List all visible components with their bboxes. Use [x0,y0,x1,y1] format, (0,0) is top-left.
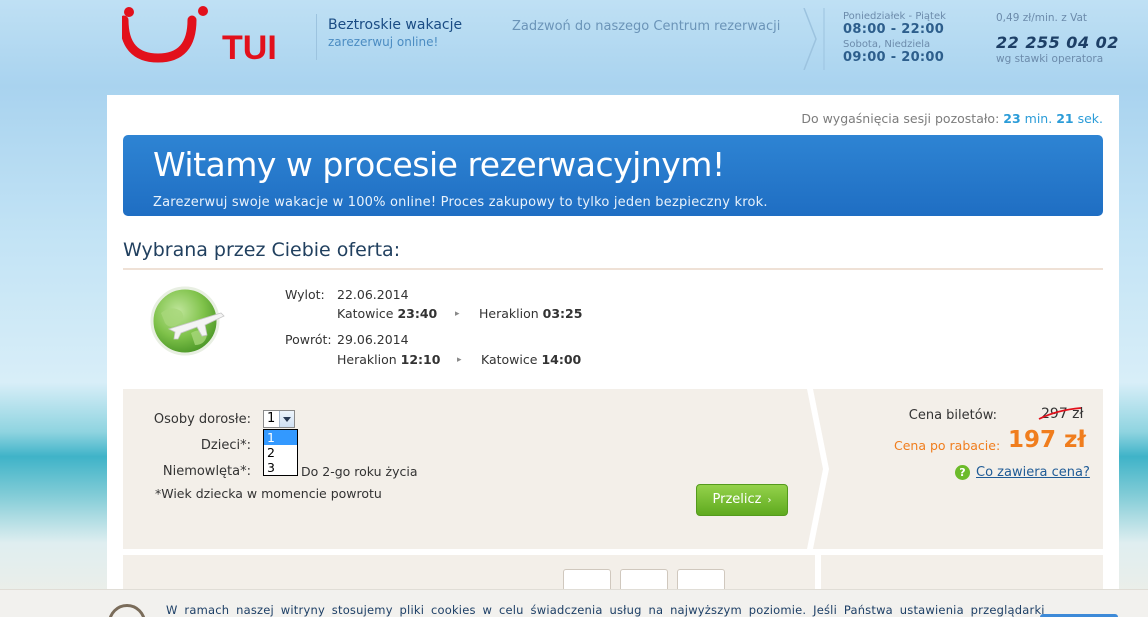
header-chevron-divider [803,8,825,70]
departure-arrival: Heraklion 03:25 [479,306,582,321]
return-date: 29.06.2014 [337,332,409,347]
logo-text: TUI [222,29,277,67]
cookie-text: W ramach naszej witryny stosujemy pliki … [166,603,1045,617]
departure-to-city: Heraklion [479,306,539,321]
help-icon[interactable]: ? [955,465,970,480]
weekend-label: Sobota, Niedziela [843,39,931,50]
banner-title: Witamy w procesie rezerwacyjnym! [153,145,725,184]
departure-leg: Katowice 23:40 [337,306,437,321]
discount-price: 197 zł [1008,427,1086,453]
weekday-label: Poniedziałek - Piątek [843,11,946,22]
adults-option[interactable]: 3 [264,460,297,475]
return-to-time: 14:00 [541,352,582,367]
banner-subtitle: Zarezerwuj swoje wakacje w 100% online! … [153,195,768,210]
offer-divider [123,268,1103,270]
recalculate-label: Przelicz [712,492,762,507]
info-icon [108,604,146,617]
call-rate: 0,49 zł/min. z Vat [996,12,1087,24]
departure-to-time: 03:25 [542,306,583,321]
session-min-unit: min. [1024,111,1053,126]
tui-logo[interactable]: TUI [122,6,297,68]
strike-through-mark [1038,407,1082,420]
offer-title: Wybrana przez Ciebie oferta: [123,239,401,261]
tagline-main: Beztroskie wakacje [328,17,463,33]
tagline-sub: zarezerwuj online! [328,35,439,49]
flight-arrow-icon: ▸ [455,309,460,319]
cookie-bar: W ramach naszej witryny stosujemy pliki … [0,589,1148,617]
return-to-city: Katowice [481,352,538,367]
adults-option[interactable]: 1 [264,430,297,445]
operator-note: wg stawki operatora [996,53,1104,65]
chevron-down-icon[interactable] [279,411,294,427]
return-from-city: Heraklion [337,352,397,367]
globe-plane-icon [150,286,225,356]
departure-date: 22.06.2014 [337,287,409,302]
departure-from-city: Katowice [337,306,394,321]
session-minutes: 23 [1003,111,1021,126]
session-seconds: 21 [1056,111,1074,126]
beach-background-left [0,0,108,617]
ticket-price-label: Cena biletów: [908,408,997,423]
price-box-chevron [799,389,829,549]
return-leg: Heraklion 12:10 [337,352,440,367]
adults-dropdown-list[interactable]: 1 2 3 [263,429,298,476]
infants-note: Do 2-go roku życia [301,464,418,479]
phone-number[interactable]: 22 255 04 02 [996,33,1119,52]
return-arrival: Katowice 14:00 [481,352,581,367]
adults-option[interactable]: 2 [264,445,297,460]
infants-label: Niemowlęta*: [162,464,251,479]
children-label: Dzieci*: [200,438,251,453]
session-timer: Do wygaśnięcia sesji pozostało: 23 min. … [801,111,1103,126]
chevron-right-icon: › [767,495,772,506]
age-note: *Wiek dziecka w momencie powrotu [155,486,382,501]
departure-from-time: 23:40 [397,306,438,321]
weekday-hours: 08:00 - 22:00 [843,22,945,37]
return-label: Powrót: [285,332,332,347]
weekend-hours: 09:00 - 20:00 [843,50,945,65]
adults-select-value: 1 [267,411,276,426]
opening-hours: Poniedziałek - Piątek 08:00 - 22:00 Sobo… [843,11,946,65]
header-divider [316,14,317,60]
discount-price-label: Cena po rabacie: [894,438,1001,453]
session-prefix: Do wygaśnięcia sesji pozostało: [801,111,1000,126]
departure-label: Wylot: [285,287,325,302]
recalculate-button[interactable]: Przelicz › [696,484,788,516]
booking-panel: Do wygaśnięcia sesji pozostało: 23 min. … [107,95,1119,617]
session-sec-unit: sek. [1077,111,1103,126]
adults-select[interactable]: 1 [263,410,295,428]
flight-arrow-icon: ▸ [457,355,462,365]
call-center-text: Zadzwoń do naszego Centrum rezerwacji [512,19,781,34]
price-info-link[interactable]: Co zawiera cena? [976,465,1090,480]
adults-label: Osoby dorosłe: [153,412,251,427]
return-from-time: 12:10 [400,352,441,367]
welcome-banner: Witamy w procesie rezerwacyjnym! Zarezer… [123,135,1103,216]
